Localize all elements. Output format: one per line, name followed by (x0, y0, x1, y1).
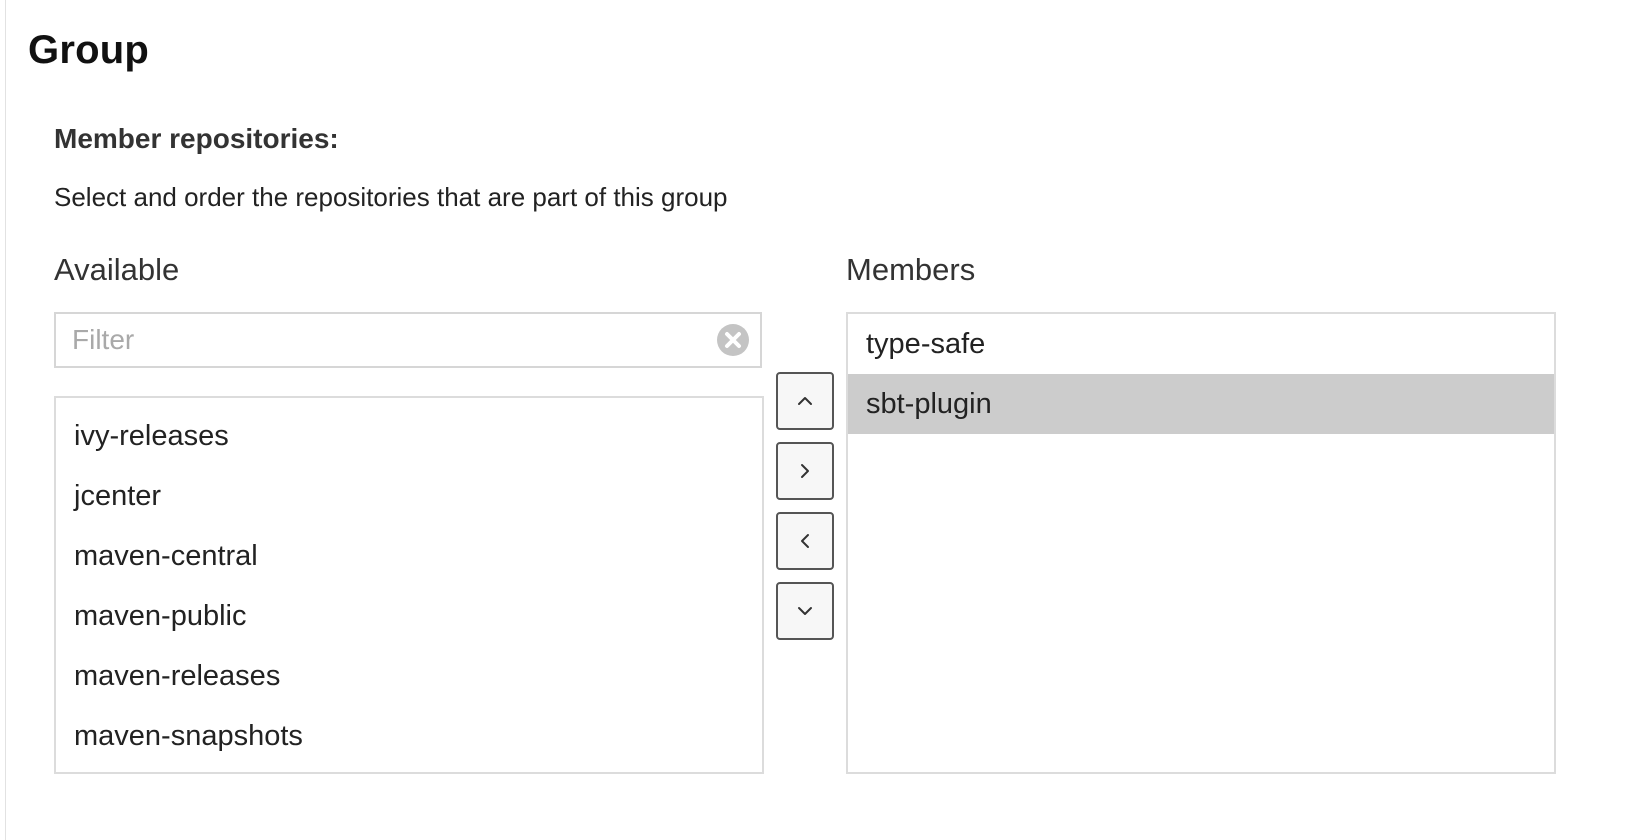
available-list-item[interactable]: ivy-releases (56, 406, 762, 466)
members-list-item-selected[interactable]: sbt-plugin (848, 374, 1554, 434)
members-list: type-safe sbt-plugin (846, 312, 1556, 774)
chevron-left-icon (801, 534, 809, 548)
members-list-item[interactable]: type-safe (848, 314, 1554, 374)
chevron-up-icon (798, 397, 812, 405)
move-down-button[interactable] (776, 582, 834, 640)
left-border (0, 0, 6, 840)
available-list-item[interactable]: maven-releases (56, 646, 762, 706)
add-to-members-button[interactable] (776, 442, 834, 500)
remove-from-members-button[interactable] (776, 512, 834, 570)
chevron-right-icon (801, 464, 809, 478)
page-title: Group (28, 28, 149, 72)
available-heading: Available (54, 252, 180, 287)
move-up-button[interactable] (776, 372, 834, 430)
available-list-item[interactable]: maven-public (56, 586, 762, 646)
available-list-item[interactable]: maven-snapshots (56, 706, 762, 766)
available-list: ivy-releases jcenter maven-central maven… (54, 396, 764, 774)
members-heading: Members (846, 252, 976, 287)
clear-filter-icon[interactable] (716, 323, 750, 357)
filter-input[interactable] (56, 314, 696, 366)
chevron-down-icon (798, 607, 812, 615)
member-repositories-description: Select and order the repositories that a… (54, 182, 728, 212)
member-repositories-label: Member repositories: (54, 123, 339, 154)
available-list-item[interactable]: maven-central (56, 526, 762, 586)
filter-box (54, 312, 762, 368)
available-list-item[interactable]: jcenter (56, 466, 762, 526)
